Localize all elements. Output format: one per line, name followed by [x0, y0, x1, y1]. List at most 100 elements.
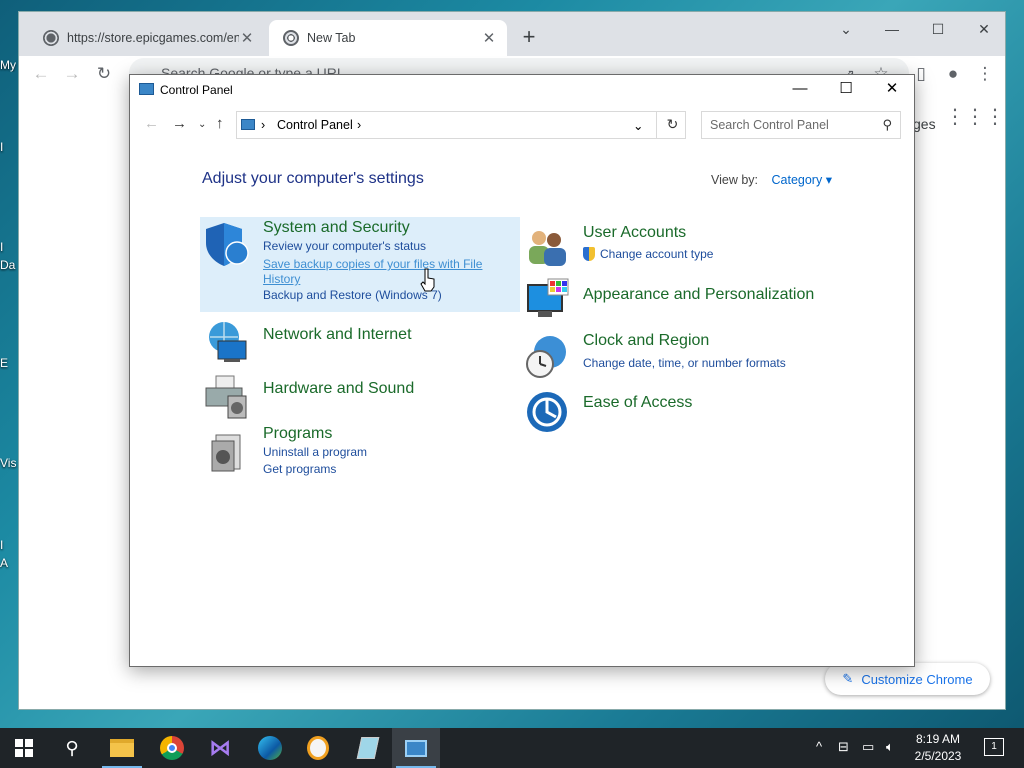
category-title[interactable]: Hardware and Sound: [263, 380, 414, 398]
edge-button[interactable]: [246, 728, 294, 768]
close-button[interactable]: ✕: [961, 16, 1007, 44]
uninstall-program-link[interactable]: Uninstall a program: [263, 445, 367, 459]
view-by-value: Category: [771, 173, 823, 187]
partial-link-text[interactable]: ges: [913, 116, 936, 132]
close-icon[interactable]: ✕: [481, 29, 497, 47]
file-history-link-continued[interactable]: History: [263, 272, 300, 286]
change-account-type-link[interactable]: Change account type: [600, 247, 713, 261]
forward-icon[interactable]: →: [172, 115, 187, 132]
search-button[interactable]: ⚲: [48, 728, 96, 768]
back-icon[interactable]: ←: [29, 62, 53, 86]
close-icon[interactable]: ✕: [239, 29, 255, 47]
desktop-label-da[interactable]: Da: [0, 258, 18, 272]
category-title[interactable]: Ease of Access: [583, 394, 692, 412]
view-by-dropdown[interactable]: Category ▾: [772, 173, 832, 187]
reload-icon[interactable]: ↻: [92, 62, 116, 86]
category-title[interactable]: User Accounts: [583, 224, 686, 242]
control-panel-window: Control Panel — ☐ ✕ ← → ⌄ ↑ › Control Pa…: [129, 74, 915, 667]
desktop-label-2[interactable]: I: [0, 240, 18, 254]
desktop-label-a[interactable]: A: [0, 556, 18, 570]
address-bar[interactable]: › Control Panel › ⌄: [236, 111, 686, 139]
change-date-time-link[interactable]: Change date, time, or number formats: [583, 356, 786, 370]
tab-new-tab[interactable]: New Tab ✕: [269, 20, 507, 56]
edge-icon: [258, 736, 282, 760]
control-panel-icon: [241, 119, 255, 130]
up-icon[interactable]: ↑: [216, 115, 224, 132]
title-bar: Control Panel — ☐ ✕: [130, 75, 914, 105]
tab-strip: https://store.epicgames.com/en- ✕ New Ta…: [19, 12, 1005, 56]
category-user-accounts[interactable]: User Accounts Change account type: [520, 220, 840, 266]
recent-locations-icon[interactable]: ⌄: [198, 119, 206, 130]
desktop-label-my[interactable]: My: [0, 58, 18, 72]
control-panel-icon: [405, 739, 427, 757]
profile-icon[interactable]: ●: [941, 62, 965, 86]
category-title[interactable]: Clock and Region: [583, 332, 709, 350]
chrome-taskbar-button[interactable]: [148, 728, 196, 768]
category-title[interactable]: Network and Internet: [263, 326, 412, 344]
search-placeholder: Search Control Panel: [710, 118, 829, 132]
customize-chrome-button[interactable]: ✎ Customize Chrome: [825, 663, 990, 695]
category-appearance[interactable]: Appearance and Personalization: [520, 273, 840, 323]
category-network-internet[interactable]: Network and Internet: [200, 315, 520, 365]
review-status-link[interactable]: Review your computer's status: [263, 239, 426, 253]
shield-icon: [206, 223, 249, 266]
category-clock-region[interactable]: Clock and Region Change date, time, or n…: [520, 330, 840, 380]
programs-icon: [211, 434, 241, 472]
maximize-button[interactable]: ☐: [915, 16, 961, 44]
pencil-icon: ✎: [842, 671, 854, 686]
start-button[interactable]: [0, 728, 48, 768]
desktop-label-vis[interactable]: Vis: [0, 456, 18, 470]
network-icon[interactable]: ⊟: [838, 739, 849, 755]
file-explorer-button[interactable]: [98, 728, 146, 768]
file-history-link[interactable]: Save backup copies of your files with Fi…: [263, 257, 482, 271]
breadcrumb-chevron-icon[interactable]: ›: [261, 118, 265, 132]
breadcrumb-chevron-icon[interactable]: ›: [357, 118, 361, 132]
refresh-icon[interactable]: ↻: [656, 111, 688, 139]
breadcrumb-control-panel[interactable]: Control Panel: [277, 118, 353, 132]
desktop-label-3[interactable]: I: [0, 538, 18, 552]
search-icon[interactable]: ⚲: [882, 117, 892, 133]
category-system-security[interactable]: System and Security Review your computer…: [200, 217, 520, 312]
minimize-button[interactable]: —: [869, 16, 915, 44]
category-hardware-sound[interactable]: Hardware and Sound: [200, 370, 520, 420]
category-title[interactable]: Appearance and Personalization: [583, 286, 814, 304]
address-dropdown-icon[interactable]: ⌄: [633, 118, 643, 133]
menu-icon[interactable]: ⋮: [973, 62, 997, 86]
wifi-icon[interactable]: ▭: [862, 739, 874, 755]
folder-icon: [110, 739, 134, 757]
windows-icon: [15, 739, 33, 757]
tab-epic-store[interactable]: https://store.epicgames.com/en- ✕: [29, 20, 265, 56]
tab-search-icon[interactable]: ⌄: [823, 16, 869, 44]
minimize-button[interactable]: —: [777, 75, 823, 105]
category-title[interactable]: System and Security: [263, 219, 410, 237]
control-panel-taskbar-button[interactable]: [392, 728, 440, 768]
category-title[interactable]: Programs: [263, 425, 332, 443]
notepad-button[interactable]: [344, 728, 392, 768]
notification-center-button[interactable]: 1: [984, 738, 1004, 756]
tab-title: New Tab: [307, 31, 356, 45]
notepad-icon: [356, 737, 380, 759]
users-icon: [529, 231, 566, 266]
chevron-up-icon[interactable]: ^: [816, 739, 822, 754]
view-by-label: View by:: [711, 173, 759, 187]
maximize-button[interactable]: ☐: [823, 75, 869, 105]
search-input[interactable]: Search Control Panel ⚲: [701, 111, 901, 139]
desktop-label-e[interactable]: E: [0, 356, 18, 370]
brave-button[interactable]: [294, 728, 342, 768]
new-tab-button[interactable]: +: [515, 24, 543, 52]
category-programs[interactable]: Programs Uninstall a program Get program…: [200, 425, 520, 480]
backup-restore-link[interactable]: Backup and Restore (Windows 7): [263, 288, 442, 302]
apps-grid-icon[interactable]: ⋮⋮⋮: [945, 104, 1005, 129]
clock[interactable]: 8:19 AM 2/5/2023: [904, 731, 972, 765]
visual-studio-button[interactable]: ⋈: [196, 728, 244, 768]
close-button[interactable]: ✕: [869, 75, 915, 105]
tab-title: https://store.epicgames.com/en-: [67, 31, 239, 45]
category-ease-of-access[interactable]: Ease of Access: [520, 383, 840, 433]
clock-globe-icon: [526, 336, 566, 378]
visual-studio-icon: ⋈: [209, 735, 231, 760]
back-icon[interactable]: ←: [144, 115, 159, 132]
desktop-label-1[interactable]: I: [0, 140, 18, 154]
get-programs-link[interactable]: Get programs: [263, 462, 336, 476]
volume-icon[interactable]: 🔈︎: [886, 739, 894, 755]
forward-icon[interactable]: →: [60, 62, 84, 86]
